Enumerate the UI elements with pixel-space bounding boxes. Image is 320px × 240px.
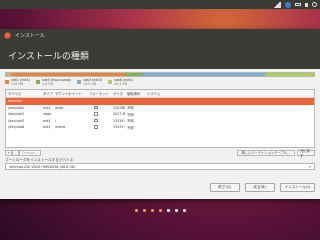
- legend-size: 13.5 GB: [83, 81, 97, 86]
- table-body: /dev/sda/dev/sda1 ext4/boot 126 MB 不明/dev/s…: [6, 98, 314, 131]
- col-device[interactable]: デバイス: [6, 91, 41, 96]
- disk-legend: sda1 (ext4) 126 MB sda5 (linux-swap) 2.0 GB…: [5, 78, 315, 87]
- disk-segment-sda3: [143, 73, 265, 76]
- col-used[interactable]: 使用済み: [125, 91, 145, 96]
- legend-item: sda5 (linux-swap) 2.0 GB: [35, 78, 71, 87]
- cell-size: 29435 MB: [113, 125, 125, 130]
- cell-device: /dev/sda6: [8, 125, 25, 130]
- title-bar: インストール: [0, 29, 320, 42]
- legend-size: 126 MB: [11, 81, 24, 86]
- content-area: sda1 (ext4) 126 MB sda5 (linux-swap) 2.0 GB…: [0, 69, 320, 199]
- cell-mount: /: [55, 118, 57, 123]
- progress-dot: [166, 208, 170, 212]
- cell-used: 不明: [127, 112, 134, 117]
- disk-segment-sda6: [264, 73, 314, 76]
- quit-button[interactable]: 終了(Q): [209, 183, 240, 192]
- bootloader-device-value: /dev/sda ATA VBOX HARDDISK (48.8 GB): [9, 164, 76, 169]
- col-mount[interactable]: マウントポイント: [53, 91, 87, 96]
- new-partition-table-button[interactable]: 新しいパーティションテーブル...: [237, 149, 295, 156]
- disk-segment-sda1: [10, 73, 127, 76]
- col-size[interactable]: サイズ: [111, 91, 125, 96]
- col-system[interactable]: システム: [145, 91, 164, 96]
- volume-icon[interactable]: [305, 2, 308, 7]
- legend-size: 2.0 GB: [41, 81, 53, 86]
- window-title: インストール: [15, 33, 45, 39]
- cell-format: [87, 105, 111, 111]
- bootloader-device-select[interactable]: /dev/sda ATA VBOX HARDDISK (48.8 GB) ▾: [5, 163, 315, 170]
- cell-type: swap: [43, 112, 52, 117]
- progress-dot: [182, 208, 186, 212]
- page-title: インストールの種類: [8, 52, 89, 62]
- progress-dot: [134, 208, 138, 212]
- legend-text: sda5 (linux-swap) 2.0 GB: [41, 78, 71, 87]
- legend-swatch: [35, 80, 40, 84]
- action-buttons: 終了(Q) 戻る(B) インストール(I): [209, 183, 315, 192]
- chevron-down-icon: ▾: [309, 165, 311, 169]
- cell-mount: /home: [55, 125, 66, 130]
- partition-toolbar: + - Change... 新しいパーティションテーブル... 元に戻す: [5, 149, 315, 158]
- cell-size: 13538 MB: [113, 118, 125, 123]
- table-row[interactable]: /dev/sda6 ext4/home 29435 MB不明: [6, 124, 314, 131]
- close-icon[interactable]: [4, 32, 11, 39]
- cell-device: /dev/sda3: [8, 118, 25, 123]
- gear-icon[interactable]: [312, 2, 317, 7]
- cell-used: 不明: [127, 106, 134, 111]
- cell-format: [87, 118, 111, 124]
- cell-type: ext4: [43, 105, 51, 110]
- cell-type: ext4: [43, 118, 51, 123]
- change-partition-button[interactable]: Change...: [19, 149, 41, 156]
- cell-size: 126 MB: [113, 105, 125, 110]
- cell-format: [87, 125, 111, 130]
- format-checkbox[interactable]: [94, 118, 98, 122]
- cell-used: 不明: [127, 119, 134, 124]
- cell-format: [87, 112, 111, 117]
- progress-dot: [150, 208, 154, 212]
- installer-window: インストール インストールの種類 sda1 (ext4) 126 MB sda5 (…: [0, 29, 320, 199]
- disk-segment-sda5: [126, 73, 144, 76]
- page-header: インストールの種類: [0, 42, 320, 69]
- battery-icon[interactable]: [295, 3, 301, 6]
- format-checkbox[interactable]: [94, 112, 98, 116]
- progress-dot: [142, 208, 146, 212]
- legend-size: 29.4 GB: [113, 81, 128, 86]
- table-header: デバイス タイプ マウントポイント フォーマット サイズ 使用済み システム: [6, 90, 314, 98]
- partition-table: デバイス タイプ マウントポイント フォーマット サイズ 使用済み システム /…: [5, 89, 315, 148]
- format-checkbox[interactable]: [94, 105, 98, 109]
- cell-mount: /boot: [55, 105, 64, 110]
- cell-type: ext4: [43, 125, 51, 130]
- legend-swatch: [107, 80, 112, 84]
- cell-used: 不明: [127, 125, 134, 130]
- cell-size: 2047 MB: [113, 112, 125, 117]
- revert-button[interactable]: 元に戻す: [297, 149, 315, 158]
- col-type[interactable]: タイプ: [41, 91, 53, 96]
- format-checkbox[interactable]: [94, 125, 98, 129]
- legend-swatch: [77, 80, 82, 84]
- legend-item: sda3 (ext4) 13.5 GB: [77, 78, 102, 87]
- install-now-button[interactable]: インストール(I): [279, 183, 315, 192]
- legend-text: sda6 (ext4) 29.4 GB: [113, 78, 133, 87]
- back-button[interactable]: 戻る(B): [244, 183, 275, 192]
- cell-device: /dev/sda1: [8, 105, 25, 110]
- progress-dot: [158, 208, 162, 212]
- progress-dot: [174, 208, 178, 212]
- cell-device: /dev/sda5: [8, 112, 25, 117]
- accessibility-icon[interactable]: [285, 1, 291, 8]
- installer-progress-dots: [0, 207, 320, 213]
- cell-device: /dev/sda: [8, 99, 23, 104]
- legend-swatch: [5, 80, 9, 84]
- top-panel: [0, 0, 320, 9]
- legend-item: sda1 (ext4) 126 MB: [5, 78, 30, 87]
- legend-item: sda6 (ext4) 29.4 GB: [107, 78, 133, 87]
- disk-usage-bar: [5, 72, 315, 77]
- add-partition-button[interactable]: +: [5, 149, 12, 156]
- network-icon[interactable]: [274, 1, 281, 8]
- remove-partition-button[interactable]: -: [12, 149, 19, 156]
- legend-text: sda3 (ext4) 13.5 GB: [83, 78, 102, 87]
- legend-text: sda1 (ext4) 126 MB: [11, 78, 30, 87]
- col-format[interactable]: フォーマット: [87, 91, 111, 96]
